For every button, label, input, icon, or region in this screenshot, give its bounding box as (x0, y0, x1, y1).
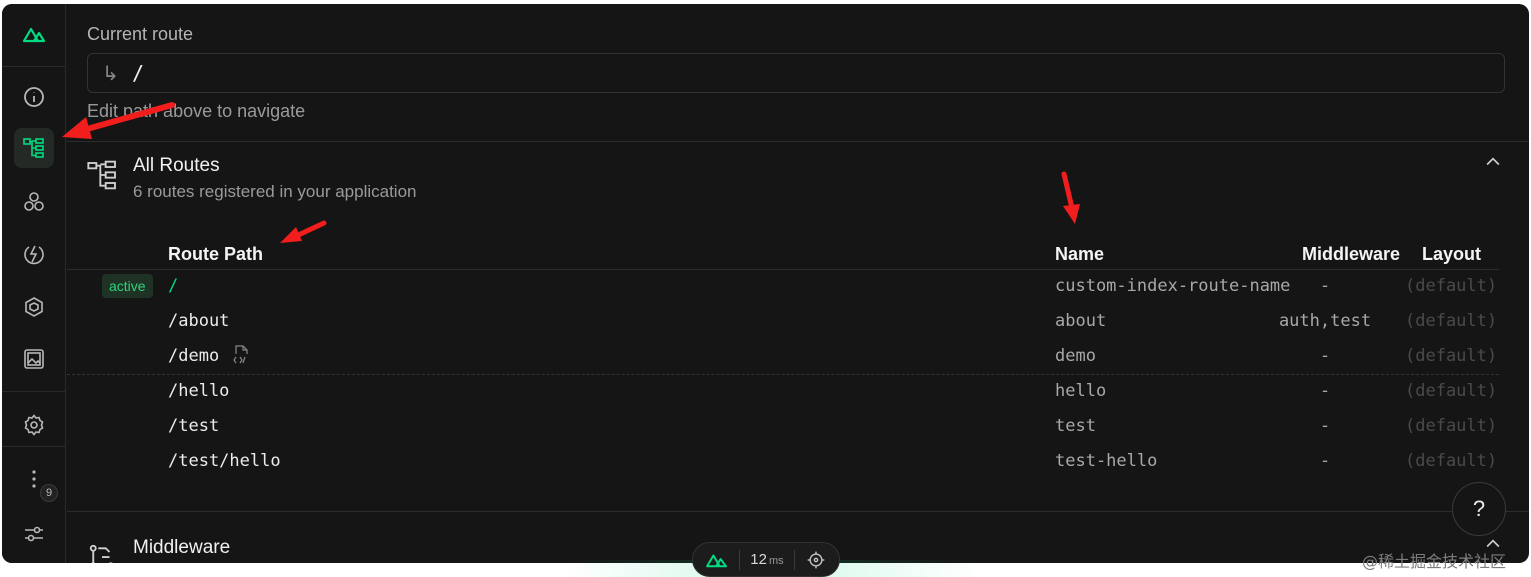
current-route-label: Current route (87, 24, 194, 44)
route-name: about (1055, 311, 1107, 331)
middleware-icon (87, 542, 117, 563)
pill-divider (738, 549, 740, 570)
route-layout: (default) (1405, 346, 1498, 366)
active-badge: active (102, 274, 153, 298)
sidebar: 9 (2, 4, 66, 563)
route-middleware: - (1319, 346, 1331, 366)
more-count-badge: 9 (40, 484, 58, 502)
inspect-target-icon[interactable] (806, 550, 826, 570)
routes-tree-icon[interactable] (14, 128, 54, 168)
column-header-name: Name (1055, 244, 1105, 264)
table-row[interactable]: /demo demo - (default) (67, 340, 1499, 375)
route-middleware: auth,test (1278, 311, 1372, 331)
plugins-icon[interactable] (14, 234, 54, 274)
route-hint: Edit path above to navigate (87, 101, 306, 121)
current-route-value[interactable]: / (132, 61, 144, 85)
modules-icon[interactable] (14, 287, 54, 327)
route-name: demo (1055, 346, 1096, 366)
current-route-input[interactable]: ↳ / (87, 53, 1505, 93)
route-arrow-icon: ↳ (102, 62, 119, 85)
section-divider (67, 141, 1529, 142)
route-name: test (1055, 416, 1096, 436)
route-path-link[interactable]: /test (168, 416, 219, 436)
table-row[interactable]: /about about auth,test (default) (67, 305, 1499, 340)
route-name: hello (1055, 381, 1107, 401)
route-path-link[interactable]: / (168, 276, 178, 296)
assets-image-icon[interactable] (14, 339, 54, 379)
route-path-link[interactable]: /demo (168, 346, 219, 366)
sliders-icon[interactable] (14, 514, 54, 554)
route-middleware: - (1319, 381, 1331, 401)
section-title-all-routes: All Routes (133, 155, 220, 176)
route-layout: (default) (1405, 276, 1498, 296)
main-panel: Current route ↳ / Edit path above to nav… (67, 4, 1529, 563)
route-path-link[interactable]: /test/hello (168, 451, 281, 471)
table-row[interactable]: /hello hello - (default) (67, 375, 1499, 410)
route-name: test-hello (1055, 451, 1158, 471)
table-row[interactable]: /test test - (default) (67, 410, 1499, 445)
info-icon[interactable] (14, 77, 54, 117)
column-header-route-path: Route Path (168, 244, 264, 264)
column-header-layout: Layout (1422, 244, 1482, 264)
route-middleware: - (1319, 276, 1331, 296)
settings-gear-icon[interactable] (14, 405, 54, 445)
sidebar-divider (2, 66, 66, 67)
chevron-up-icon[interactable] (1483, 152, 1503, 177)
sidebar-divider (2, 446, 66, 447)
nuxt-logo-icon[interactable] (706, 551, 728, 569)
route-path-link[interactable]: /about (168, 311, 229, 331)
components-icon[interactable] (14, 182, 54, 222)
table-row[interactable]: active / custom-index-route-name - (defa… (67, 270, 1499, 305)
route-layout: (default) (1405, 311, 1498, 331)
pill-divider (794, 549, 796, 570)
nuxt-logo-icon[interactable] (14, 14, 54, 54)
section-divider (67, 511, 1529, 512)
section-title-middleware: Middleware (133, 537, 231, 558)
sidebar-divider (2, 391, 66, 392)
devtools-toggle-bar[interactable]: 12 ms (692, 542, 840, 577)
render-time: 12 ms (750, 551, 783, 568)
route-middleware: - (1319, 416, 1331, 436)
help-button[interactable]: ? (1452, 482, 1506, 536)
section-subtitle: 6 routes registered in your application (133, 182, 417, 201)
devtools-window: 9 Current route ↳ / Edit path above to n… (2, 4, 1529, 563)
route-layout: (default) (1405, 416, 1498, 436)
route-layout: (default) (1405, 451, 1498, 471)
render-time-value: 12 (750, 551, 767, 568)
open-file-icon[interactable] (233, 344, 251, 371)
routes-tree-icon (87, 159, 119, 196)
watermark: @稀土掘金技术社区 (1362, 552, 1507, 571)
column-header-middleware: Middleware (1302, 244, 1401, 264)
route-middleware: - (1319, 451, 1331, 471)
route-path-link[interactable]: /hello (168, 381, 229, 401)
table-row[interactable]: /test/hello test-hello - (default) (67, 445, 1499, 480)
render-time-unit: ms (768, 555, 784, 567)
route-layout: (default) (1405, 381, 1498, 401)
